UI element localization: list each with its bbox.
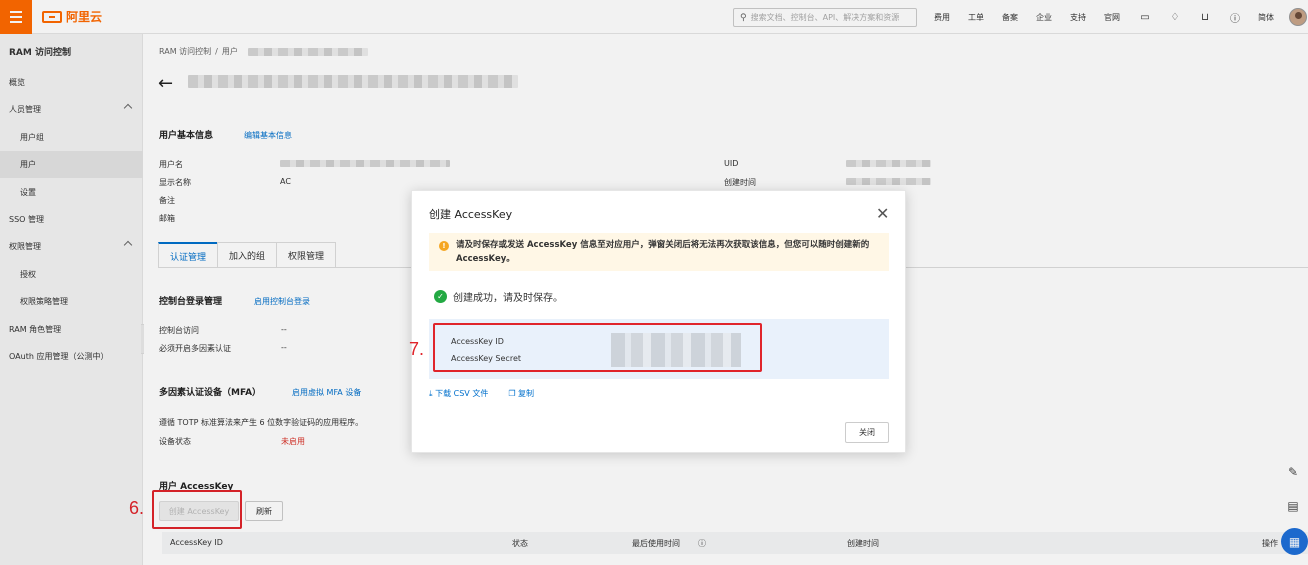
close-icon[interactable]: ✕ [876,204,889,223]
copy-icon: ❐ [508,389,516,398]
close-button[interactable]: 关闭 [845,422,889,443]
warning-alert: ! 请及时保存或发送 AccessKey 信息至对应用户，弹窗关闭后将无法再次获… [429,233,889,271]
annotation-box-7 [433,323,762,372]
download-csv-link[interactable]: ⤓ 下载 CSV 文件 [429,388,488,399]
download-icon: ⤓ [429,389,433,398]
success-text: 创建成功，请及时保存。 [453,293,563,304]
download-csv-label: 下载 CSV 文件 [435,389,489,398]
copy-label: 复制 [518,389,535,398]
dialog-links: ⤓ 下载 CSV 文件 ❐ 复制 [429,388,534,399]
dialog-title: 创建 AccessKey [429,208,513,221]
success-message: ✓ 创建成功，请及时保存。 [434,289,563,304]
create-access-key-dialog: 创建 AccessKey ✕ ! 请及时保存或发送 AccessKey 信息至对… [411,190,906,453]
annotation-step-7: 7. [409,339,425,359]
warning-icon: ! [439,241,449,251]
check-circle-icon: ✓ [434,290,447,303]
warning-text: 请及时保存或发送 AccessKey 信息至对应用户，弹窗关闭后将无法再次获取该… [456,240,870,264]
copy-link[interactable]: ❐ 复制 [508,388,534,399]
